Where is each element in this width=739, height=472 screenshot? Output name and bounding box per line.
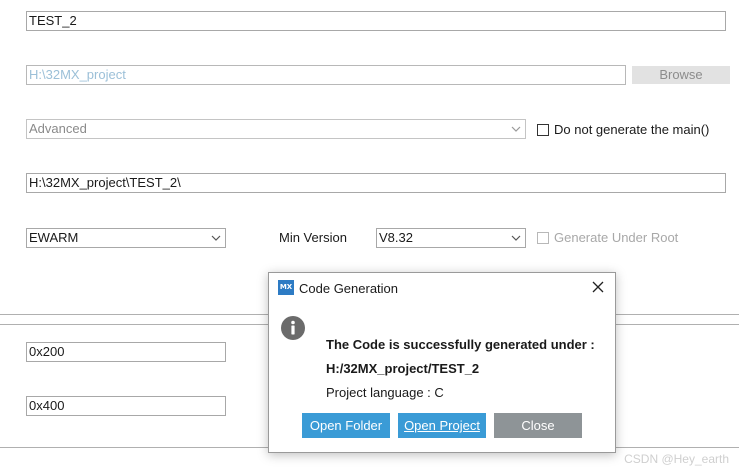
chevron-down-icon (211, 233, 221, 243)
project-location-input[interactable]: H:\32MX_project (26, 65, 626, 85)
generated-path: H:/32MX_project/TEST_2 (326, 361, 480, 376)
chevron-down-icon (511, 124, 521, 134)
stack-size-input[interactable]: 0x400 (26, 396, 226, 416)
app-structure-value: Advanced (29, 121, 87, 136)
toolchain-folder-input[interactable]: H:\32MX_project\TEST_2\ (26, 173, 726, 193)
code-generation-dialog: MX Code Generation The Code is successfu… (268, 272, 616, 453)
app-structure-select[interactable]: Advanced (26, 119, 526, 139)
open-folder-button[interactable]: Open Folder (302, 413, 390, 438)
min-version-value: V8.32 (379, 230, 413, 245)
project-language: Project language : C (326, 385, 444, 400)
watermark: CSDN @Hey_earth (624, 452, 729, 466)
project-name-input[interactable]: TEST_2 (26, 11, 726, 31)
close-icon[interactable] (590, 279, 606, 295)
heap-size-input[interactable]: 0x200 (26, 342, 226, 362)
close-label: Close (521, 418, 555, 433)
info-icon (281, 316, 305, 340)
checkbox-box (537, 231, 549, 244)
dialog-title: Code Generation (299, 281, 399, 296)
chevron-down-icon (511, 233, 521, 243)
open-folder-label: Open Folder (309, 418, 383, 433)
open-project-label: Open Project (404, 418, 480, 433)
success-message: The Code is successfully generated under… (326, 337, 595, 352)
browse-button[interactable]: Browse (632, 66, 730, 84)
generate-under-root-label: Generate Under Root (554, 230, 679, 245)
checkbox-box (537, 123, 549, 136)
generate-under-root-checkbox[interactable]: Generate Under Root (537, 230, 678, 245)
no-main-label: Do not generate the main() (554, 122, 710, 137)
close-button[interactable]: Close (494, 413, 582, 438)
toolchain-select[interactable]: EWARM (26, 228, 226, 248)
mx-logo-icon: MX (278, 280, 294, 295)
toolchain-value: EWARM (29, 230, 79, 245)
dialog-title-bar: MX Code Generation (269, 273, 615, 303)
min-version-label: Min Version (279, 230, 347, 245)
open-project-button[interactable]: Open Project (398, 413, 486, 438)
no-main-checkbox[interactable]: Do not generate the main() (537, 122, 709, 137)
min-version-select[interactable]: V8.32 (376, 228, 526, 248)
